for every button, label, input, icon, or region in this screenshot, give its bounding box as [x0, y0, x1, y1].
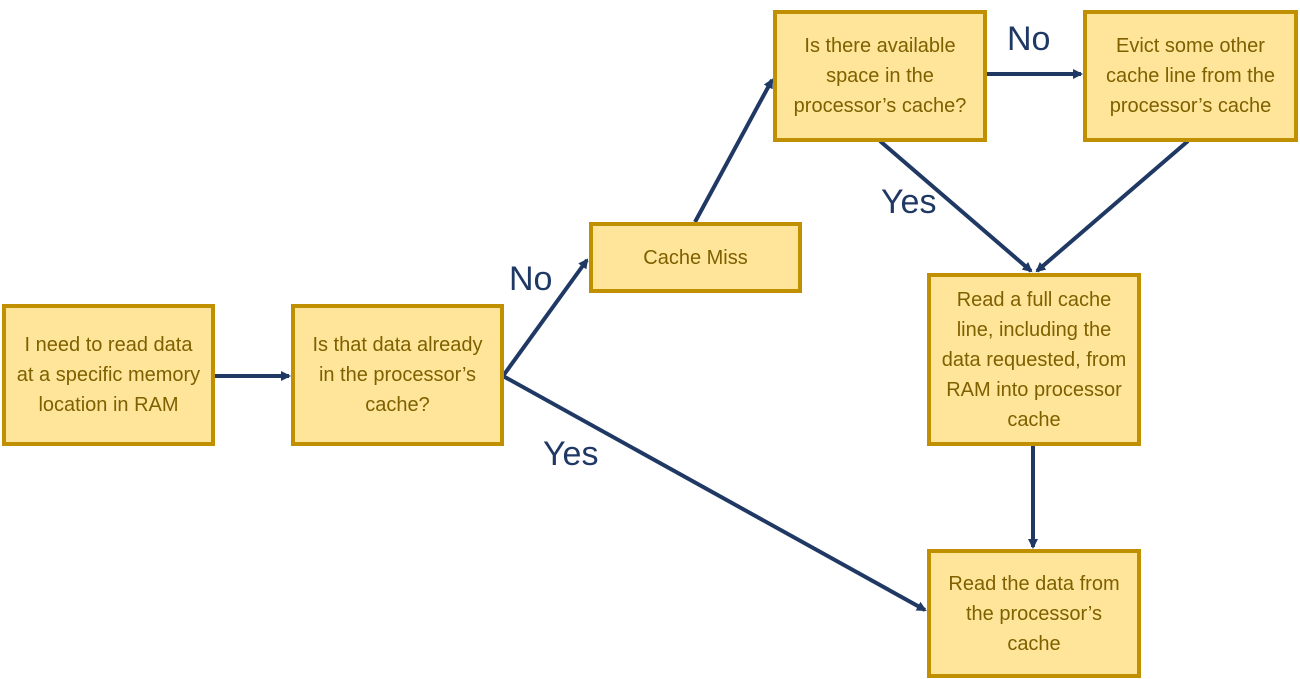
label-no-miss: No [509, 260, 553, 298]
node-cache-miss: Cache Miss [589, 222, 802, 293]
arrow-evict-to-read-line [1035, 139, 1190, 273]
node-text: Cache Miss [643, 246, 748, 269]
label-yes-space: Yes [881, 183, 937, 221]
node-text: I need to read data at a specific memory… [16, 334, 201, 416]
node-text: Is that data already in the processor’s … [312, 334, 483, 416]
node-evict: Evict some other cache line from the pro… [1083, 10, 1298, 142]
node-text: Read the data from the processor’s cache [948, 572, 1120, 655]
arrow-miss-to-space [693, 78, 774, 223]
node-read-line: Read a full cache line, including the da… [927, 273, 1141, 446]
node-text: Read a full cache line, including the da… [941, 288, 1127, 431]
node-read-data: Read the data from the processor’s cache [927, 549, 1141, 678]
label-no-space: No [1007, 20, 1051, 58]
node-text: Is there available space in the processo… [793, 35, 967, 117]
label-yes-hit: Yes [543, 435, 599, 473]
node-in-cache: Is that data already in the processor’s … [291, 304, 504, 446]
arrow-check-to-read-data [502, 374, 927, 612]
node-text: Evict some other cache line from the pro… [1106, 35, 1275, 117]
node-start: I need to read data at a specific memory… [2, 304, 215, 446]
node-space: Is there available space in the processo… [773, 10, 987, 142]
